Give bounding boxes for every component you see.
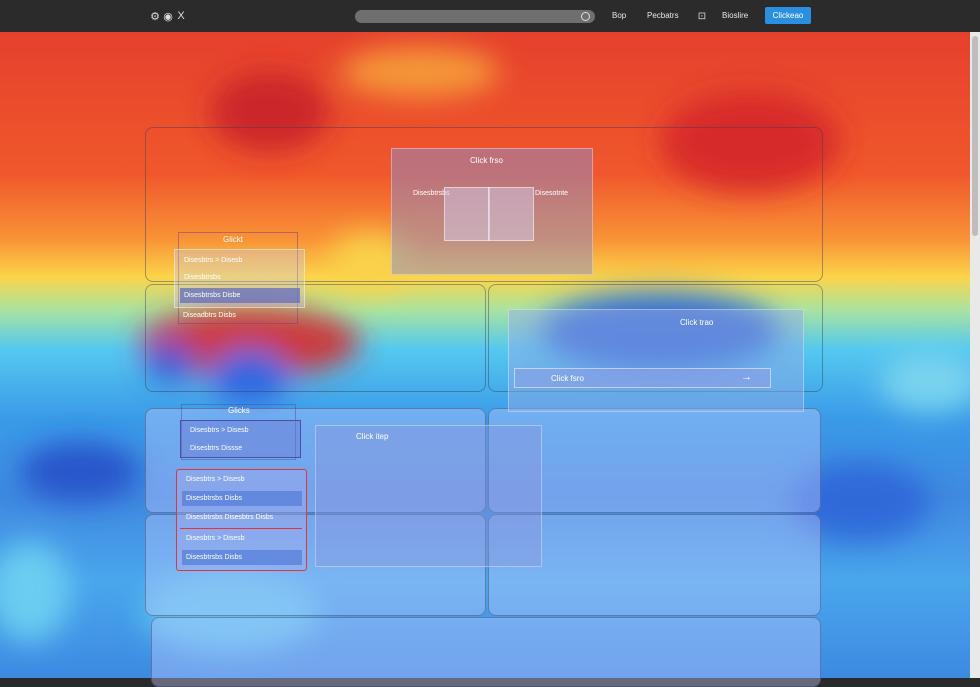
dropdown-c-menu: Disesbtrs > Disesb Disesbtrsbs Disbs Dis… xyxy=(176,469,307,571)
scroll-thumb[interactable] xyxy=(972,36,978,236)
card-thumbnail-right[interactable] xyxy=(488,187,534,241)
dropdown-a-title: Glickt xyxy=(223,235,243,244)
top-center-card[interactable]: Click frso Disesbtrsbs Disesotnte xyxy=(391,148,593,275)
nav-link-2[interactable]: Pecbatrs xyxy=(647,11,679,20)
dropdown-c-item-2[interactable]: Disesbtrsbs Disbs xyxy=(182,491,302,506)
record-icon[interactable]: ◉ xyxy=(161,9,175,23)
settings-icon[interactable]: ⚙ xyxy=(148,9,162,23)
top-bar: ⚙ ◉ X Bop Pecbatrs ⊡ Bioslire Clickeao xyxy=(0,0,980,32)
dropdown-c-item-1[interactable]: Disesbtrs > Disesb xyxy=(182,472,302,487)
scrollbar[interactable] xyxy=(970,32,980,678)
middle-card-title: Click itep xyxy=(356,432,389,441)
panel-bottom xyxy=(151,617,821,687)
search-input[interactable] xyxy=(355,10,595,23)
card-title: Click frso xyxy=(470,156,503,165)
bookmark-icon[interactable]: ⊡ xyxy=(695,9,709,23)
card-thumbnail-left[interactable] xyxy=(444,187,490,241)
middle-card[interactable]: Click itep xyxy=(315,425,542,567)
dropdown-b-menu: Disesbtrs > Disesb Disesbtrs Dissse xyxy=(180,420,301,458)
right-card[interactable]: Click trao Click fsro → xyxy=(508,309,804,412)
dropdown-b-item-2[interactable]: Disesbtrs Dissse xyxy=(186,441,296,456)
dropdown-b-item-1[interactable]: Disesbtrs > Disesb xyxy=(186,423,296,438)
nav-link-3[interactable]: Bioslire xyxy=(722,11,748,20)
right-card-button[interactable]: Click fsro → xyxy=(514,368,771,388)
dropdown-a-menu: Disesbtrs > Disesb Disesbtrsbs Disesbtrs… xyxy=(174,249,305,308)
dropdown-c-item-3[interactable]: Disesbtrsbs Disesbtrs Disbs xyxy=(182,510,302,525)
dropdown-c-divider xyxy=(180,528,302,529)
card-right-label: Disesotnte xyxy=(535,190,569,197)
search-icon[interactable] xyxy=(581,12,590,21)
right-card-title: Click trao xyxy=(680,318,714,327)
dropdown-a-item-3[interactable]: Disesbtrsbs Disbe xyxy=(180,288,300,303)
dropdown-c-item-4[interactable]: Disesbtrs > Disesb xyxy=(182,531,302,546)
dropdown-a-item-2[interactable]: Disesbtrsbs xyxy=(180,270,300,285)
right-card-button-label: Click fsro xyxy=(551,373,584,383)
dropdown-c-item-5[interactable]: Disesbtrsbs Disbs xyxy=(182,550,302,565)
arrow-right-icon: → xyxy=(741,371,752,383)
dropdown-b-title: Glicks xyxy=(228,406,250,415)
cta-button[interactable]: Clickeao xyxy=(765,7,811,24)
dropdown-a-item-4[interactable]: Diseadbtrs Disbs xyxy=(183,312,236,319)
nav-link-1[interactable]: Bop xyxy=(612,11,626,20)
dropdown-a-item-1[interactable]: Disesbtrs > Disesb xyxy=(180,253,300,268)
close-icon[interactable]: X xyxy=(174,9,188,23)
